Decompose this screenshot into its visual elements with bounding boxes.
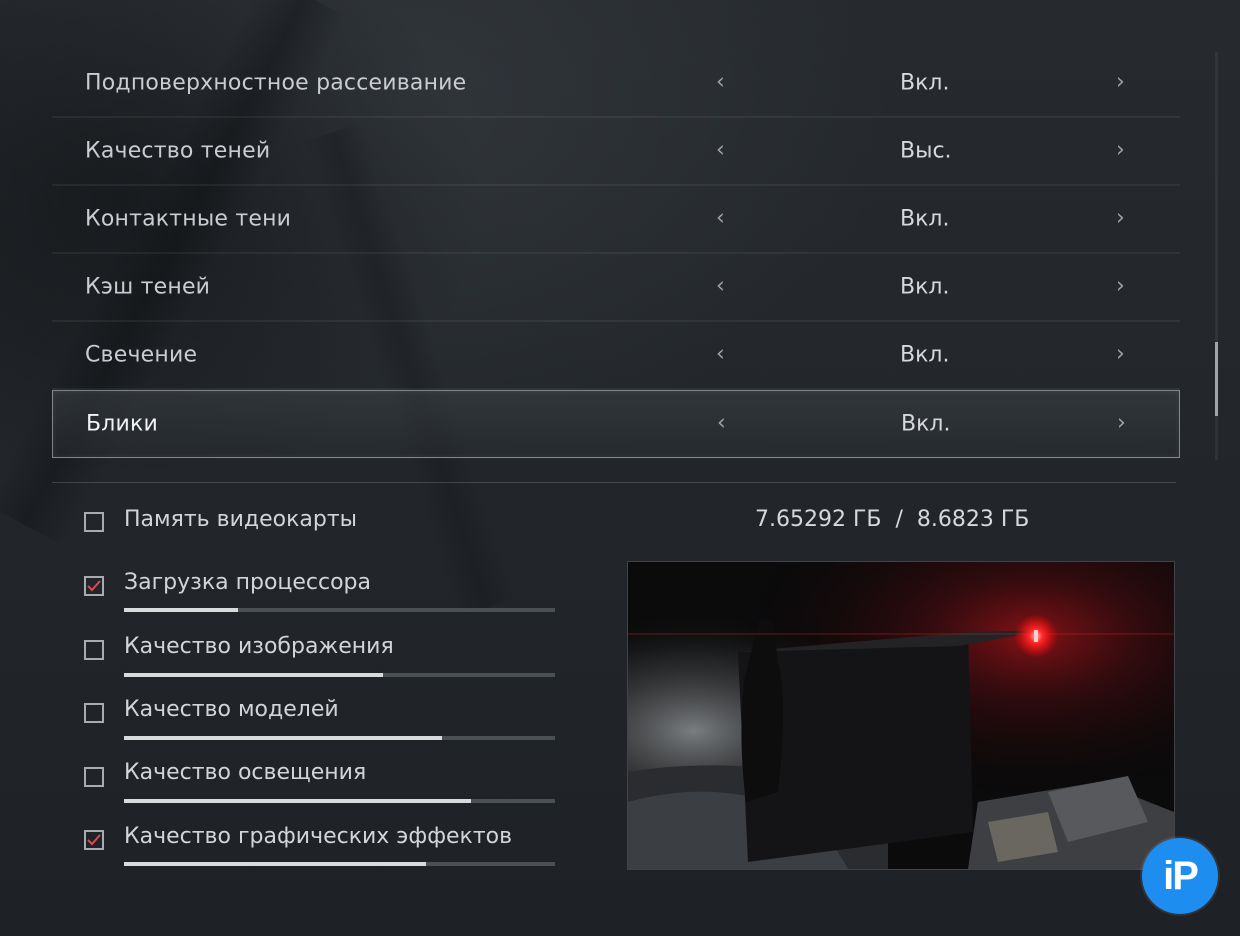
meter-label: Загрузка процессора [124, 570, 372, 595]
setting-label: Кэш теней [85, 274, 211, 300]
setting-value: Вкл. [900, 206, 950, 232]
meter-bar-fill [124, 608, 239, 612]
setting-row-lens-flare[interactable]: Блики ‹ Вкл. › [52, 390, 1180, 458]
ip-logo: iP [1142, 838, 1218, 914]
check-mark-icon [87, 580, 101, 592]
setting-row-shadow-cache[interactable]: Кэш теней ‹ Вкл. › [52, 254, 1180, 322]
meter-checkbox[interactable] [84, 767, 104, 787]
setting-row-contact-shadows[interactable]: Контактные тени ‹ Вкл. › [52, 186, 1180, 254]
setting-label: Свечение [85, 342, 198, 368]
meter-bar [124, 608, 555, 612]
meter-label: Качество освещения [124, 760, 367, 785]
vram-usage: 7.65292 ГБ / 8.6823 ГБ [755, 507, 1029, 532]
setting-row-subsurface-scattering[interactable]: Подповерхностное рассеивание ‹ Вкл. › [52, 50, 1180, 118]
meter-bar [124, 862, 555, 866]
graphics-settings-list: Подповерхностное рассеивание ‹ Вкл. › Ка… [52, 50, 1180, 458]
meter-checkbox[interactable] [84, 703, 104, 723]
chevron-right-icon[interactable]: › [1116, 341, 1125, 366]
meter-bar [124, 799, 555, 803]
setting-value: Вкл. [901, 411, 951, 437]
meter-checkbox[interactable] [84, 576, 104, 596]
setting-label: Подповерхностное рассеивание [85, 70, 467, 96]
setting-label: Контактные тени [85, 206, 292, 232]
vram-separator: / [895, 507, 903, 532]
setting-value: Выс. [900, 138, 952, 164]
meter-bar [124, 673, 555, 677]
meter-label: Качество моделей [124, 697, 339, 722]
chevron-left-icon[interactable]: ‹ [717, 410, 726, 435]
vram-checkbox[interactable] [84, 512, 104, 532]
setting-value: Вкл. [900, 342, 950, 368]
meter-label: Качество графических эффектов [124, 824, 513, 849]
chevron-left-icon[interactable]: ‹ [716, 273, 725, 298]
setting-row-shadow-quality[interactable]: Качество теней ‹ Выс. › [52, 118, 1180, 186]
setting-label: Качество теней [85, 138, 271, 164]
chevron-left-icon[interactable]: ‹ [716, 69, 725, 94]
vram-total: 8.6823 ГБ [916, 507, 1030, 532]
setting-value: Вкл. [900, 274, 950, 300]
meter-bar-fill [124, 736, 442, 740]
setting-value: Вкл. [900, 70, 950, 96]
scrollbar-thumb[interactable] [1215, 342, 1218, 416]
meter-checkbox[interactable] [84, 640, 104, 660]
setting-row-bloom[interactable]: Свечение ‹ Вкл. › [52, 322, 1180, 390]
meter-bar [124, 736, 555, 740]
check-mark-icon [87, 834, 101, 846]
scene-preview-graphic [628, 562, 1174, 869]
section-divider [52, 482, 1176, 483]
vram-label: Память видеокарты [124, 507, 358, 532]
meter-bar-fill [124, 673, 383, 677]
chevron-left-icon[interactable]: ‹ [716, 205, 725, 230]
meter-label: Качество изображения [124, 634, 394, 659]
chevron-left-icon[interactable]: ‹ [716, 341, 725, 366]
chevron-right-icon[interactable]: › [1116, 69, 1125, 94]
chevron-right-icon[interactable]: › [1116, 273, 1125, 298]
vram-used: 7.65292 ГБ [755, 507, 882, 532]
setting-label: Блики [86, 411, 159, 437]
chevron-right-icon[interactable]: › [1116, 205, 1125, 230]
chevron-left-icon[interactable]: ‹ [716, 137, 725, 162]
meter-bar-fill [124, 799, 471, 803]
preview-image [627, 561, 1175, 870]
meter-checkbox[interactable] [84, 830, 104, 850]
chevron-right-icon[interactable]: › [1116, 137, 1125, 162]
chevron-right-icon[interactable]: › [1117, 410, 1126, 435]
meter-bar-fill [124, 862, 426, 866]
